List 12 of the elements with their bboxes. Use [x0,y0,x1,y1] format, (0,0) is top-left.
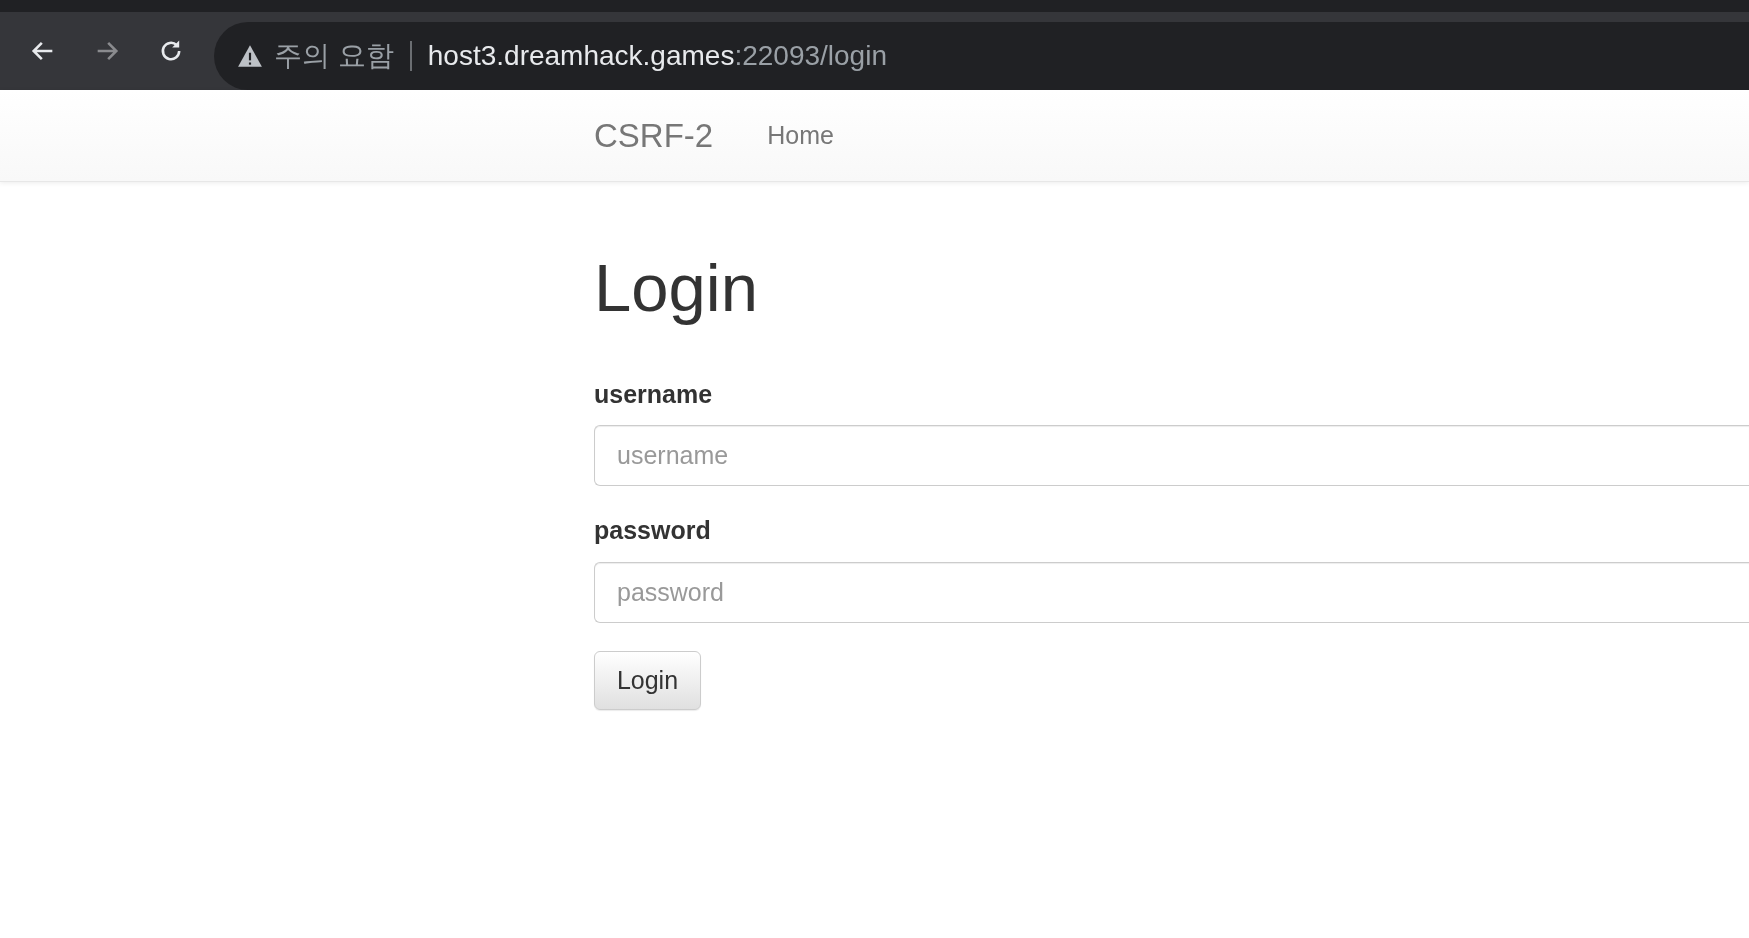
field-label: username [594,378,714,410]
input-field[interactable]: password [594,561,1749,623]
input-field[interactable]: username [594,425,1749,487]
login-button[interactable]: Login [594,650,701,710]
address-bar[interactable]: 주의 요함 host3.dreamhack.games:22093/login [214,22,1749,90]
security-label: 주의 요함 [274,39,394,73]
page-heading: Login [594,249,759,327]
nav-link[interactable]: Home [767,116,834,155]
brand-link[interactable]: CSRF-2 [594,110,714,161]
warning-icon [237,44,263,68]
field-label: password [594,515,712,547]
url-text: host3.dreamhack.games:22093/login [427,39,887,73]
